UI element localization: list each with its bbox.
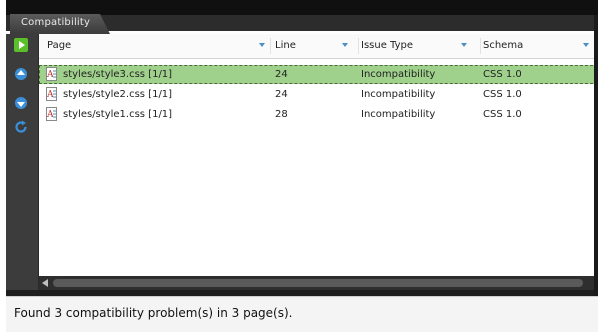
scroll-left-icon[interactable] — [42, 279, 48, 287]
title-bar — [6, 0, 598, 15]
svg-text:A: A — [46, 90, 54, 100]
svg-text:A: A — [46, 110, 54, 120]
row-line: 28 — [275, 109, 288, 120]
next-issue-button[interactable] — [14, 96, 28, 110]
chevron-down-icon — [342, 43, 348, 47]
previous-issue-button[interactable] — [14, 67, 28, 81]
run-check-button[interactable] — [14, 38, 28, 52]
tab-label: Compatibility — [21, 17, 91, 28]
horizontal-scrollbar[interactable] — [39, 276, 598, 290]
chevron-down-icon — [583, 43, 589, 47]
table-header: Page Line Issue Type Schema — [39, 34, 598, 59]
css-file-icon: A — [46, 87, 57, 101]
row-issue-type: Incompatibility — [361, 109, 436, 120]
row-page: styles/style2.css [1/1] — [63, 89, 173, 100]
chevron-down-icon — [461, 43, 467, 47]
row-schema: CSS 1.0 — [483, 109, 522, 120]
status-bar: Found 3 compatibility problem(s) in 3 pa… — [6, 296, 598, 332]
table-row[interactable]: A styles/style3.css [1/1] 24 Incompatibi… — [39, 65, 598, 84]
svg-text:A: A — [46, 70, 54, 80]
run-icon — [14, 38, 28, 52]
scrollbar-thumb[interactable] — [53, 279, 583, 287]
row-page: styles/style1.css [1/1] — [63, 109, 173, 120]
column-header-issue-type[interactable]: Issue Type — [361, 34, 481, 58]
row-line: 24 — [275, 69, 288, 80]
table-row[interactable]: A styles/style2.css [1/1] 24 Incompatibi… — [39, 85, 598, 104]
row-issue-type: Incompatibility — [361, 69, 436, 80]
arrow-down-icon — [15, 97, 27, 109]
row-schema: CSS 1.0 — [483, 69, 522, 80]
column-header-page[interactable]: Page — [47, 34, 271, 58]
column-header-line[interactable]: Line — [275, 34, 359, 58]
table-row[interactable]: A styles/style1.css [1/1] 28 Incompatibi… — [39, 105, 598, 124]
refresh-icon — [15, 120, 27, 133]
tab-compatibility[interactable]: Compatibility — [10, 14, 110, 34]
results-table: Page Line Issue Type Schema A styles/sty… — [39, 34, 598, 296]
panel-right-border — [594, 15, 598, 296]
status-text: Found 3 compatibility problem(s) in 3 pa… — [14, 306, 293, 320]
row-line: 24 — [275, 89, 288, 100]
page: { "panel": { "tab_label": "Compatibility… — [0, 0, 598, 332]
row-issue-type: Incompatibility — [361, 89, 436, 100]
row-schema: CSS 1.0 — [483, 89, 522, 100]
arrow-up-icon — [15, 68, 27, 80]
row-page: styles/style3.css [1/1] — [63, 69, 173, 80]
column-header-schema[interactable]: Schema — [483, 34, 593, 58]
chevron-down-icon — [259, 43, 265, 47]
side-toolbar — [6, 34, 39, 296]
css-file-icon: A — [46, 107, 57, 121]
compatibility-panel: Compatibility Page Line Issue Type Schem… — [6, 0, 598, 332]
css-file-icon: A — [46, 67, 57, 81]
refresh-button[interactable] — [14, 120, 28, 134]
